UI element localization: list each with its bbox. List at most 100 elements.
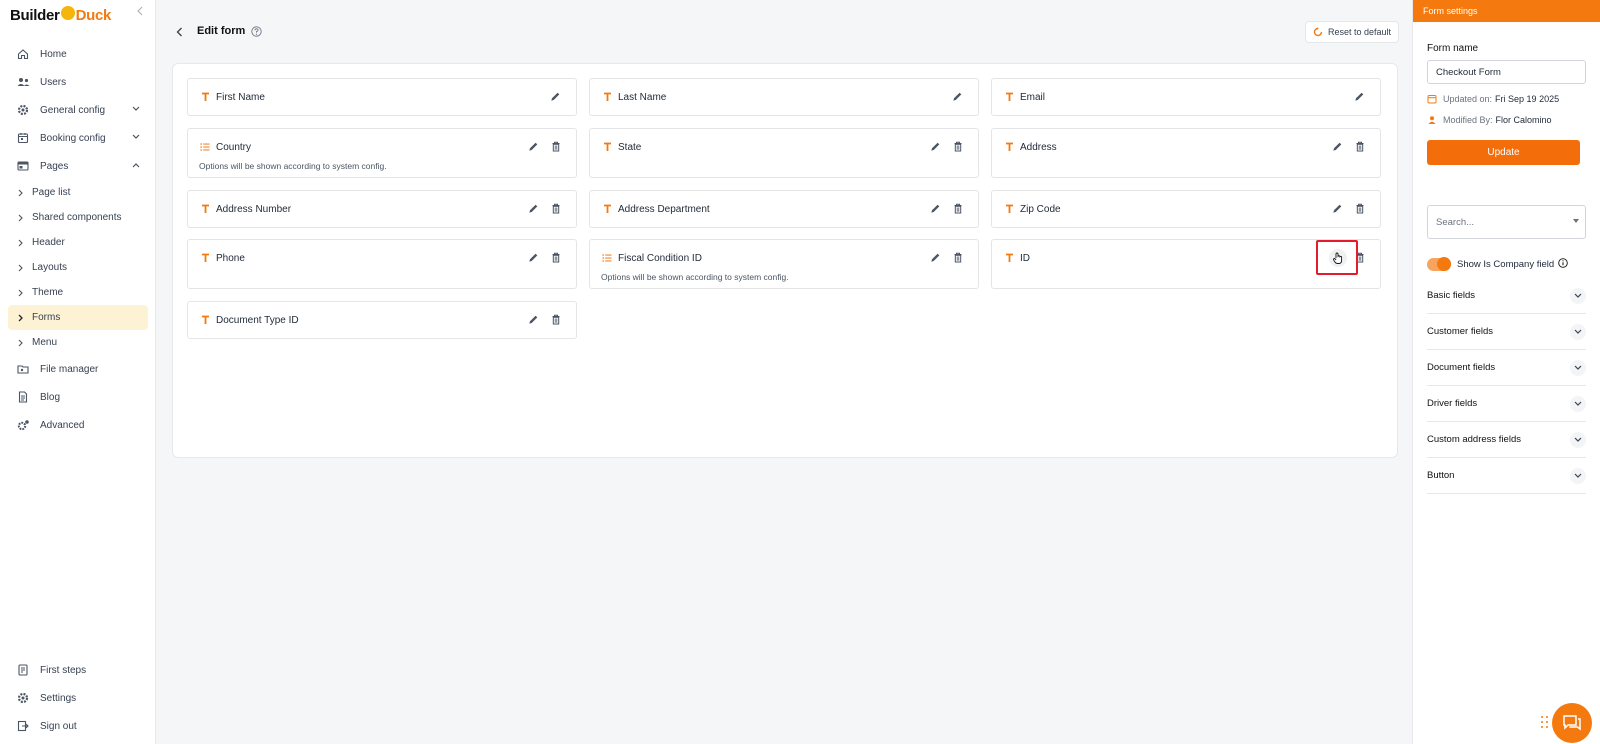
sidebar-item-booking-config[interactable]: Booking config: [8, 124, 148, 152]
main-nav: Home Users General config Booking config…: [8, 40, 148, 439]
delete-field-button[interactable]: [1353, 202, 1366, 215]
form-name-input[interactable]: Checkout Form: [1427, 60, 1586, 84]
delete-field-button[interactable]: [549, 251, 562, 264]
section-custom-address-fields[interactable]: Custom address fields: [1427, 422, 1586, 458]
sidebar: Builder Duck Home Users General config Bo…: [0, 0, 156, 744]
form-field-card[interactable]: Zip Code: [991, 190, 1381, 228]
field-label: Email: [1020, 92, 1046, 103]
sidebar-item-users[interactable]: Users: [8, 68, 148, 96]
calendar-icon: [16, 131, 30, 145]
chevron-right-icon: [18, 314, 28, 322]
delete-field-button[interactable]: [951, 202, 964, 215]
delete-field-button[interactable]: [951, 251, 964, 264]
drag-handle-icon[interactable]: [1540, 715, 1550, 729]
edit-field-button[interactable]: [527, 140, 540, 153]
sidebar-item-label: Settings: [40, 692, 77, 704]
toggle-knob: [1437, 257, 1451, 271]
delete-field-button[interactable]: [1353, 140, 1366, 153]
update-button[interactable]: Update: [1427, 140, 1580, 165]
edit-field-button[interactable]: [929, 140, 942, 153]
section-basic-fields[interactable]: Basic fields: [1427, 278, 1586, 314]
delete-field-button[interactable]: [951, 140, 964, 153]
delete-field-button[interactable]: [549, 140, 562, 153]
form-field-card[interactable]: Fiscal Condition ID Options will be shown…: [589, 239, 979, 289]
edit-field-button[interactable]: [929, 202, 942, 215]
delete-field-button[interactable]: [549, 313, 562, 326]
section-button[interactable]: Button: [1427, 458, 1586, 494]
sidebar-item-home[interactable]: Home: [8, 40, 148, 68]
chevron-right-icon: [18, 189, 28, 197]
section-customer-fields[interactable]: Customer fields: [1427, 314, 1586, 350]
sidebar-item-advanced[interactable]: Advanced: [8, 411, 148, 439]
delete-field-button[interactable]: [549, 202, 562, 215]
brand-logo[interactable]: Builder Duck: [10, 4, 111, 26]
form-name-label: Form name: [1427, 43, 1479, 54]
sidebar-subitem-shared-components[interactable]: Shared components: [8, 205, 148, 230]
reset-to-default-button[interactable]: Reset to default: [1305, 21, 1399, 43]
sidebar-subitem-header[interactable]: Header: [8, 230, 148, 255]
section-label: Custom address fields: [1427, 434, 1521, 445]
sidebar-item-general-config[interactable]: General config: [8, 96, 148, 124]
click-highlight: [1316, 240, 1358, 275]
sidebar-subitem-label: Forms: [32, 312, 61, 323]
form-field-card[interactable]: Email: [991, 78, 1381, 116]
sidebar-subitem-menu[interactable]: Menu: [8, 330, 148, 355]
sidebar-subitem-page-list[interactable]: Page list: [8, 180, 148, 205]
sidebar-subitem-layouts[interactable]: Layouts: [8, 255, 148, 280]
section-label: Customer fields: [1427, 326, 1493, 337]
edit-field-button[interactable]: [1353, 90, 1366, 103]
chevron-down-icon: [1570, 468, 1586, 484]
section-driver-fields[interactable]: Driver fields: [1427, 386, 1586, 422]
collapse-sidebar-icon[interactable]: [136, 6, 144, 19]
sidebar-item-label: Booking config: [40, 132, 106, 144]
edit-field-button[interactable]: [1331, 140, 1344, 153]
chevron-right-icon: [18, 264, 28, 272]
sidebar-item-label: Advanced: [40, 419, 85, 431]
help-icon[interactable]: [251, 26, 262, 37]
text-type-icon: [1004, 141, 1014, 153]
list-type-icon: [200, 141, 210, 153]
form-field-card[interactable]: Address Department: [589, 190, 979, 228]
form-field-card[interactable]: Phone: [187, 239, 577, 289]
form-field-card[interactable]: First Name: [187, 78, 577, 116]
field-search-select[interactable]: Search...: [1427, 205, 1586, 239]
sidebar-item-sign-out[interactable]: Sign out: [8, 712, 148, 740]
back-button[interactable]: [176, 25, 188, 39]
edit-field-button[interactable]: [527, 313, 540, 326]
form-field-card[interactable]: Document Type ID: [187, 301, 577, 339]
edit-field-button[interactable]: [527, 202, 540, 215]
edit-field-button[interactable]: [527, 251, 540, 264]
form-field-card[interactable]: Country Options will be shown according t…: [187, 128, 577, 178]
duck-icon: [60, 6, 75, 20]
form-settings-panel: Form settings Form name Checkout Form Up…: [1412, 0, 1600, 744]
sidebar-item-label: Users: [40, 76, 67, 88]
edit-field-button[interactable]: [1331, 202, 1344, 215]
form-field-card[interactable]: Address Number: [187, 190, 577, 228]
sidebar-item-first-steps[interactable]: First steps: [8, 656, 148, 684]
form-field-card[interactable]: State: [589, 128, 979, 178]
sidebar-item-settings[interactable]: Settings: [8, 684, 148, 712]
sidebar-item-label: Blog: [40, 391, 61, 403]
chevron-down-icon: [1570, 324, 1586, 340]
edit-field-button[interactable]: [929, 251, 942, 264]
text-type-icon: [602, 203, 612, 215]
sidebar-subitem-forms[interactable]: Forms: [8, 305, 148, 330]
sidebar-item-file-manager[interactable]: File manager: [8, 355, 148, 383]
sidebar-item-pages[interactable]: Pages: [8, 152, 148, 180]
sidebar-item-blog[interactable]: Blog: [8, 383, 148, 411]
field-label: State: [618, 142, 642, 153]
sidebar-item-label: General config: [40, 104, 106, 116]
show-company-toggle[interactable]: [1427, 257, 1451, 271]
edit-field-button[interactable]: [549, 90, 562, 103]
sidebar-subitem-label: Layouts: [32, 262, 68, 273]
search-placeholder: Search...: [1436, 216, 1475, 228]
form-field-card[interactable]: Last Name: [589, 78, 979, 116]
edit-field-button[interactable]: [951, 90, 964, 103]
sidebar-subitem-theme[interactable]: Theme: [8, 280, 148, 305]
info-icon[interactable]: [1558, 257, 1568, 268]
section-document-fields[interactable]: Document fields: [1427, 350, 1586, 386]
chevron-right-icon: [18, 289, 28, 297]
chat-button[interactable]: [1552, 703, 1592, 743]
form-field-card[interactable]: Address: [991, 128, 1381, 178]
chevron-down-icon: [132, 132, 140, 143]
